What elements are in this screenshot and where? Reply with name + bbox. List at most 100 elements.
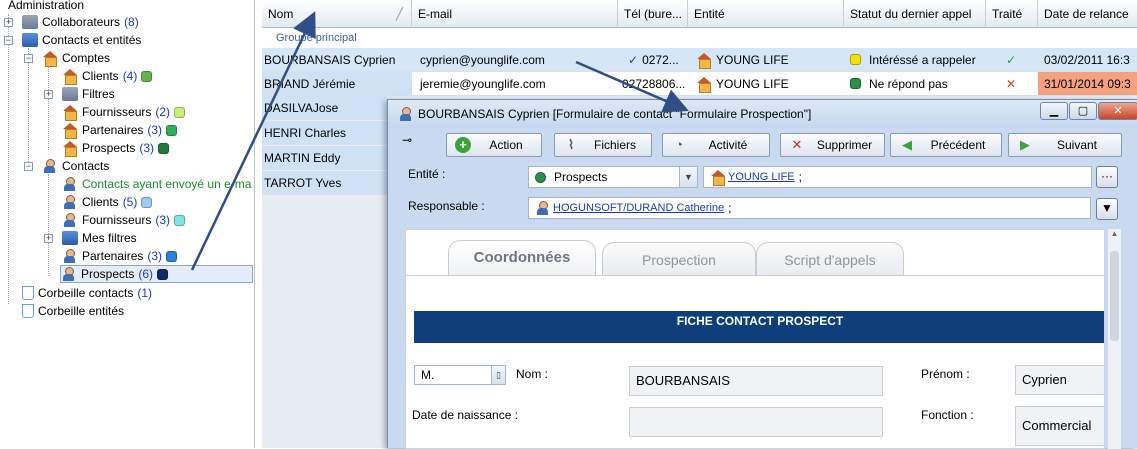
tree-item-administration[interactable]: Administration	[8, 0, 84, 14]
responsible-label: Responsable :	[408, 199, 485, 213]
tree-item-label: Prospects	[82, 141, 136, 155]
tree-item-filtres[interactable]: Filtres	[62, 85, 115, 103]
close-button[interactable]: ✕	[1098, 102, 1137, 120]
column-header-statut[interactable]: Statut du dernier appel	[844, 0, 986, 28]
tree-item-contacts-fournisseurs[interactable]: Fournisseurs (3)	[62, 211, 186, 229]
folder-icon	[22, 15, 38, 29]
chevron-down-icon[interactable]: ▼	[679, 167, 697, 187]
color-tag	[174, 214, 186, 226]
nom-input[interactable]: BOURBANSAIS	[629, 366, 883, 396]
tree-item-comptes-clients[interactable]: Clients (4)	[62, 67, 153, 85]
dialog-title-bar[interactable]: BOURBANSAIS Cyprien [Formulaire de conta…	[388, 100, 1137, 128]
tree-item-label: Collaborateurs	[42, 15, 121, 29]
expand-icon[interactable]: +	[4, 18, 13, 27]
table-row[interactable]: BRIAND Jérémie jeremie@younglife.com 027…	[262, 72, 1137, 96]
tab-prospection[interactable]: Prospection	[602, 242, 756, 276]
color-tag	[141, 196, 153, 208]
trash-icon	[22, 286, 34, 300]
tree-item-count: (2)	[155, 105, 171, 119]
collapse-icon[interactable]: −	[24, 54, 33, 63]
entity-type-select[interactable]: Prospects ▼	[528, 166, 698, 188]
dropdown-button[interactable]: ▼	[1096, 198, 1118, 220]
status-color-tag	[850, 54, 861, 65]
table-row[interactable]: DASILVAJose	[262, 96, 387, 120]
delete-button[interactable]: ✕ Supprimer	[780, 133, 885, 157]
tree-item-corbeille-entites[interactable]: Corbeille entités	[22, 302, 124, 320]
previous-button[interactable]: ◀ Précédent	[890, 133, 1002, 157]
tree-item-mes-filtres[interactable]: Mes filtres	[62, 229, 137, 247]
cell-status: Intéréssé a rappeler	[844, 48, 986, 71]
fonction-label: Fonction :	[921, 408, 974, 422]
column-header-email[interactable]: E-mail	[412, 0, 618, 28]
civility-select[interactable]: M. ▯	[414, 365, 506, 385]
scroll-up-icon[interactable]: ▲	[1108, 229, 1121, 238]
collapse-icon[interactable]: −	[24, 162, 33, 171]
action-button[interactable]: + Action	[446, 133, 542, 157]
tree-item-collaborateurs[interactable]: Collaborateurs (8)	[22, 13, 139, 31]
tree-item-comptes-fournisseurs[interactable]: Fournisseurs (2)	[62, 103, 186, 121]
tab-script-appels[interactable]: Script d'appels	[756, 242, 904, 276]
fonction-input[interactable]: Commercial	[1015, 406, 1104, 446]
column-header-nom[interactable]: Nom ╱	[262, 0, 412, 28]
responsible-field[interactable]: HOGUNSOFT/DURAND Catherine ;	[528, 197, 1091, 219]
tab-label: Coordonnées	[473, 249, 571, 266]
form-scrollbar[interactable]: ▲	[1107, 229, 1121, 449]
column-header-tel[interactable]: Tél (bure...	[618, 0, 688, 28]
column-header-label: Statut du dernier appel	[850, 7, 972, 21]
window-controls: ▁ ▢ ✕	[1039, 102, 1137, 120]
prenom-input[interactable]: Cyprien	[1015, 365, 1104, 395]
person-icon	[62, 213, 78, 227]
tree-item-comptes-prospects[interactable]: Prospects (3)	[62, 139, 170, 157]
entity-field[interactable]: YOUNG LIFE ;	[703, 166, 1092, 188]
person-icon	[535, 201, 549, 215]
pin-icon[interactable]: ⊸	[402, 133, 412, 147]
entity-link[interactable]: YOUNG LIFE	[728, 171, 795, 183]
tree-item-corbeille-contacts[interactable]: Corbeille contacts (1)	[22, 284, 152, 302]
tree-item-contacts-partenaires[interactable]: Partenaires (3)	[62, 247, 178, 265]
cell-email: cyprien@younglife.com	[420, 52, 545, 67]
table-row[interactable]: TARROT Yves	[262, 171, 387, 195]
tree-item-comptes-partenaires[interactable]: Partenaires (3)	[62, 121, 178, 139]
group-row[interactable]: Groupe principal	[262, 28, 1137, 48]
checkmark-icon: ✓	[628, 52, 639, 67]
tree-item-count: (3)	[147, 123, 163, 137]
birth-date-input[interactable]	[629, 407, 883, 437]
person-icon	[42, 159, 58, 173]
dialog-toolbar: ⊸ + Action ⌇ Fichiers ◔ Activité ✕ Suppr…	[398, 133, 1137, 159]
column-header-entite[interactable]: Entité	[688, 0, 844, 28]
column-header-date-relance[interactable]: Date de relance	[1038, 0, 1137, 28]
tree-item-label: Corbeille entités	[38, 304, 125, 318]
maximize-button[interactable]: ▢	[1069, 102, 1097, 120]
activity-button[interactable]: ◔ Activité	[662, 133, 770, 157]
chevron-down-icon[interactable]: ▯	[491, 366, 505, 384]
sort-icon: ╱	[395, 7, 403, 21]
expand-icon[interactable]: +	[44, 234, 53, 243]
table-row[interactable]: MARTIN Eddy	[262, 146, 387, 170]
cell-treated: ✕	[1006, 76, 1017, 91]
responsible-link[interactable]: HOGUNSOFT/DURAND Catherine	[553, 202, 724, 214]
collapse-icon[interactable]: −	[4, 36, 13, 45]
grid-header: Nom ╱ E-mail Tél (bure... Entité Statut …	[262, 0, 1137, 28]
next-button-label: Suivant	[1056, 138, 1098, 152]
table-row[interactable]: BOURBANSAIS Cyprien cyprien@younglife.co…	[262, 48, 1137, 72]
tab-coordonnees[interactable]: Coordonnées	[448, 240, 596, 276]
tree-item-comptes[interactable]: Comptes	[42, 49, 110, 67]
birth-date-label: Date de naissance :	[412, 408, 519, 422]
person-icon	[62, 249, 78, 263]
scroll-thumb[interactable]	[1110, 251, 1119, 341]
tree-item-contacts-email[interactable]: Contacts ayant envoyé un e-ma	[62, 175, 251, 193]
tree-item-contacts-prospects[interactable]: Prospects (6)	[60, 265, 253, 283]
tree-item-contacts-entites[interactable]: Contacts et entités	[22, 31, 141, 49]
tree-item-count: (4)	[122, 69, 138, 83]
entity-suffix: ;	[798, 170, 802, 184]
more-button[interactable]: ···	[1096, 166, 1118, 188]
expand-icon[interactable]: +	[44, 90, 53, 99]
tree-item-contacts-clients[interactable]: Clients (5)	[62, 193, 153, 211]
next-button[interactable]: ▶ Suivant	[1008, 133, 1122, 157]
table-row[interactable]: HENRI Charles	[262, 121, 387, 145]
column-header-traite[interactable]: Traité	[986, 0, 1038, 28]
status-color-tag	[850, 78, 861, 89]
files-button[interactable]: ⌇ Fichiers	[554, 133, 652, 157]
minimize-button[interactable]: ▁	[1040, 102, 1068, 120]
tree-item-contacts[interactable]: Contacts	[42, 157, 109, 175]
